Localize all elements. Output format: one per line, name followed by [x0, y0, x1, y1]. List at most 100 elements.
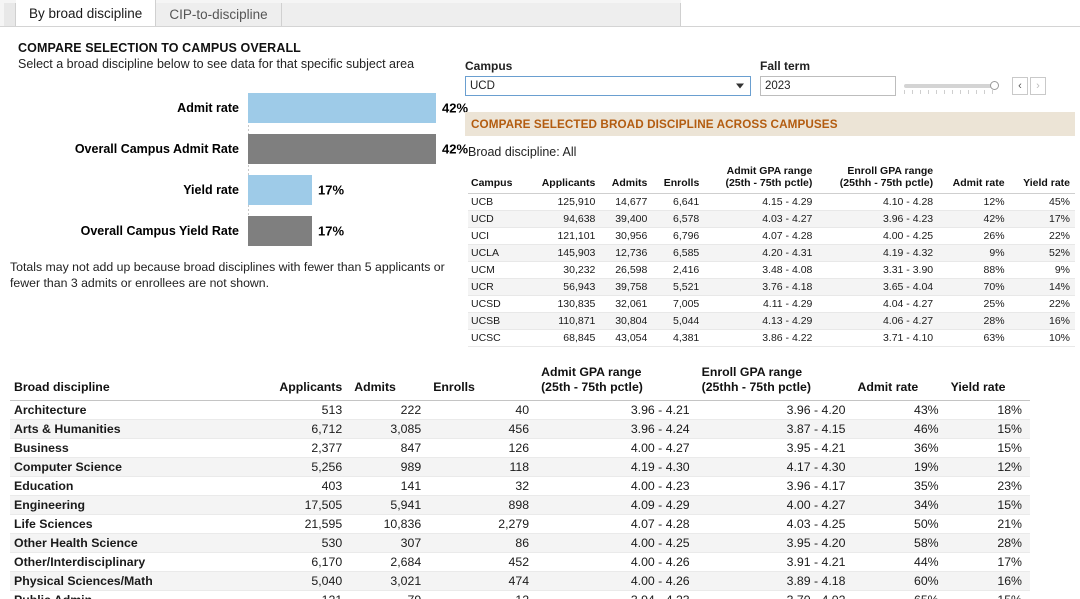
fall-term-value: 2023 [765, 80, 791, 92]
left-panel: COMPARE SELECTION TO CAMPUS OVERALL Sele… [0, 27, 468, 292]
col-header-yield-rate[interactable]: Yield rate [947, 363, 1030, 400]
bar-value: 17% [318, 182, 345, 198]
admit-rate-cell: 65% [853, 590, 947, 599]
campus-cell: UCSB [468, 312, 527, 330]
yield-rate-cell: 18% [946, 400, 1030, 420]
admits-cell: 10,836 [350, 514, 430, 534]
enroll-gpa-cell: 3.95 - 4.21 [697, 438, 854, 458]
table-row[interactable]: UCSB 110,871 30,804 5,044 4.13 - 4.29 4.06 - … [468, 312, 1075, 330]
discipline-name-link[interactable]: Physical Sciences/Math [10, 571, 256, 591]
col-header-applicants[interactable]: Applicants [256, 363, 350, 400]
admit-gpa-cell: 3.48 - 4.08 [704, 261, 818, 279]
col-header-admits[interactable]: Admits [350, 363, 429, 400]
col-header-enroll-gpa[interactable]: Enroll GPA range (25thh - 75th pctle) [817, 164, 938, 193]
table-row[interactable]: Architecture 513 222 40 3.96 - 4.21 3.96 - 4.… [10, 400, 1030, 420]
admit-gpa-cell: 4.09 - 4.29 [537, 495, 698, 515]
enroll-gpa-cell: 3.96 - 4.23 [817, 210, 939, 228]
yield-rate-cell: 15% [946, 419, 1030, 439]
next-term-button[interactable]: › [1030, 77, 1046, 95]
enrolls-cell: 6,578 [652, 210, 705, 228]
col-header-campus[interactable]: Campus [468, 164, 527, 193]
admit-gpa-cell: 4.00 - 4.27 [537, 438, 698, 458]
enrolls-cell: 126 [429, 438, 538, 458]
col-header-admit-rate[interactable]: Admit rate [938, 164, 1009, 193]
discipline-name-link[interactable]: Business [10, 438, 256, 458]
discipline-name-link[interactable]: Education [10, 476, 256, 496]
col-header-enrolls[interactable]: Enrolls [652, 164, 704, 193]
fall-term-input[interactable]: 2023 [760, 76, 896, 96]
col-header-admit-gpa[interactable]: Admit GPA range (25th - 75th pctle) [704, 164, 817, 193]
discipline-name-link[interactable]: Other/Interdisciplinary [10, 552, 256, 572]
table-row[interactable]: Computer Science 5,256 989 118 4.19 - 4.30 4.… [10, 457, 1030, 477]
admit-gpa-cell: 4.15 - 4.29 [704, 193, 818, 211]
discipline-table-body: Architecture 513 222 40 3.96 - 4.21 3.96 - 4.… [10, 400, 1030, 599]
table-row[interactable]: Business 2,377 847 126 4.00 - 4.27 3.95 - 4.2… [10, 438, 1030, 458]
discipline-name-link[interactable]: Arts & Humanities [10, 419, 256, 439]
admit-rate-cell: 58% [853, 533, 947, 553]
enrolls-cell: 5,044 [652, 312, 705, 330]
table-row[interactable]: Physical Sciences/Math 5,040 3,021 474 4.00 … [10, 571, 1030, 591]
col-header-enrolls[interactable]: Enrolls [429, 363, 537, 400]
table-row[interactable]: Arts & Humanities 6,712 3,085 456 3.96 - 4.2… [10, 419, 1030, 439]
table-row[interactable]: Engineering 17,505 5,941 898 4.09 - 4.29 4.00… [10, 495, 1030, 515]
discipline-name-link[interactable]: Life Sciences [10, 514, 256, 534]
tab-by-broad-discipline[interactable]: By broad discipline [16, 0, 157, 26]
table-row[interactable]: Other Health Science 530 307 86 4.00 - 4.25 3… [10, 533, 1030, 553]
tab-cip-to-discipline[interactable]: CIP-to-discipline [156, 3, 282, 26]
table-row[interactable]: UCD 94,638 39,400 6,578 4.03 - 4.27 3.96 - 4.… [468, 210, 1075, 228]
bar-label: Overall Campus Yield Rate [80, 224, 239, 238]
table-row[interactable]: UCB 125,910 14,677 6,641 4.15 - 4.29 4.10 - 4… [468, 193, 1075, 211]
discipline-name-link[interactable]: Computer Science [10, 457, 256, 477]
yield-rate-cell: 45% [1009, 193, 1075, 211]
fall-term-slider[interactable] [904, 76, 1010, 96]
yield-rate-cell: 15% [946, 495, 1030, 515]
table-row[interactable]: Other/Interdisciplinary 6,170 2,684 452 4.00… [10, 552, 1030, 572]
col-header-applicants[interactable]: Applicants [527, 164, 601, 193]
prev-term-button[interactable]: ‹ [1012, 77, 1028, 95]
enrolls-cell: 40 [429, 400, 538, 420]
bar-fill-yield-rate[interactable] [248, 175, 312, 205]
enrolls-cell: 2,279 [429, 514, 538, 534]
admit-gpa-cell: 4.11 - 4.29 [704, 295, 818, 313]
table-row[interactable]: Education 403 141 32 4.00 - 4.23 3.96 - 4.17 3… [10, 476, 1030, 496]
table-row[interactable]: UCI 121,101 30,956 6,796 4.07 - 4.28 4.00 - 4… [468, 227, 1075, 245]
broad-discipline-section: Broad discipline Applicants Admits Enrol… [0, 363, 1080, 599]
enrolls-cell: 118 [429, 457, 538, 477]
bar-fill-overall-campus-yield-rate[interactable] [248, 216, 312, 246]
col-header-admits[interactable]: Admits [600, 164, 652, 193]
bar-fill-admit-rate[interactable] [248, 93, 436, 123]
bar-track: 42% [248, 134, 468, 164]
enrolls-cell: 474 [429, 571, 538, 591]
enrolls-cell: 898 [429, 495, 538, 515]
table-row[interactable]: UCLA 145,903 12,736 6,585 4.20 - 4.31 4.19 - … [468, 244, 1075, 262]
discipline-name-link[interactable]: Architecture [10, 400, 256, 420]
table-row[interactable]: Public Admin12179123.94 - 4.233.70 - 4.0… [10, 590, 1030, 599]
table-row[interactable]: UCSD 130,835 32,061 7,005 4.11 - 4.29 4.04 - … [468, 295, 1075, 313]
applicants-cell: 513 [255, 400, 351, 420]
slider-knob[interactable] [990, 81, 999, 90]
discipline-name-link[interactable]: Engineering [10, 495, 256, 515]
table-row[interactable]: UCM 30,232 26,598 2,416 3.48 - 4.08 3.31 - 3.… [468, 261, 1075, 279]
col-header-broad-discipline[interactable]: Broad discipline [10, 363, 256, 400]
table-row[interactable]: UCR 56,943 39,758 5,521 3.76 - 4.18 3.65 - 4.… [468, 278, 1075, 296]
campus-selected-value: UCD [470, 80, 495, 92]
admit-rate-cell: 9% [938, 244, 1010, 262]
admit-rate-cell: 44% [853, 552, 947, 572]
discipline-name-link[interactable]: Public Admin [10, 590, 256, 599]
bar-fill-overall-campus-admit-rate[interactable] [248, 134, 436, 164]
col-header-admit-rate[interactable]: Admit rate [853, 363, 946, 400]
campus-cell: UCLA [468, 244, 527, 262]
admit-gpa-cell: 3.96 - 4.21 [537, 400, 698, 420]
col-header-admit-gpa[interactable]: Admit GPA range (25th - 75th pctle) [537, 363, 698, 400]
table-row[interactable]: UCSC 68,845 43,054 4,381 3.86 - 4.22 3.71 - 4… [468, 329, 1075, 347]
col-header-enroll-gpa[interactable]: Enroll GPA range (25thh - 75th pctle) [698, 363, 854, 400]
enroll-gpa-cell: 4.03 - 4.25 [697, 514, 854, 534]
admits-cell: 222 [350, 400, 430, 420]
admits-cell: 5,941 [350, 495, 430, 515]
applicants-cell: 6,170 [255, 552, 351, 572]
discipline-name-link[interactable]: Other Health Science [10, 533, 256, 553]
slider-ticks [904, 90, 996, 94]
col-header-yield-rate[interactable]: Yield rate [1010, 164, 1075, 193]
campus-select[interactable]: UCD [465, 76, 751, 96]
table-row[interactable]: Life Sciences 21,595 10,836 2,279 4.07 - 4.2… [10, 514, 1030, 534]
